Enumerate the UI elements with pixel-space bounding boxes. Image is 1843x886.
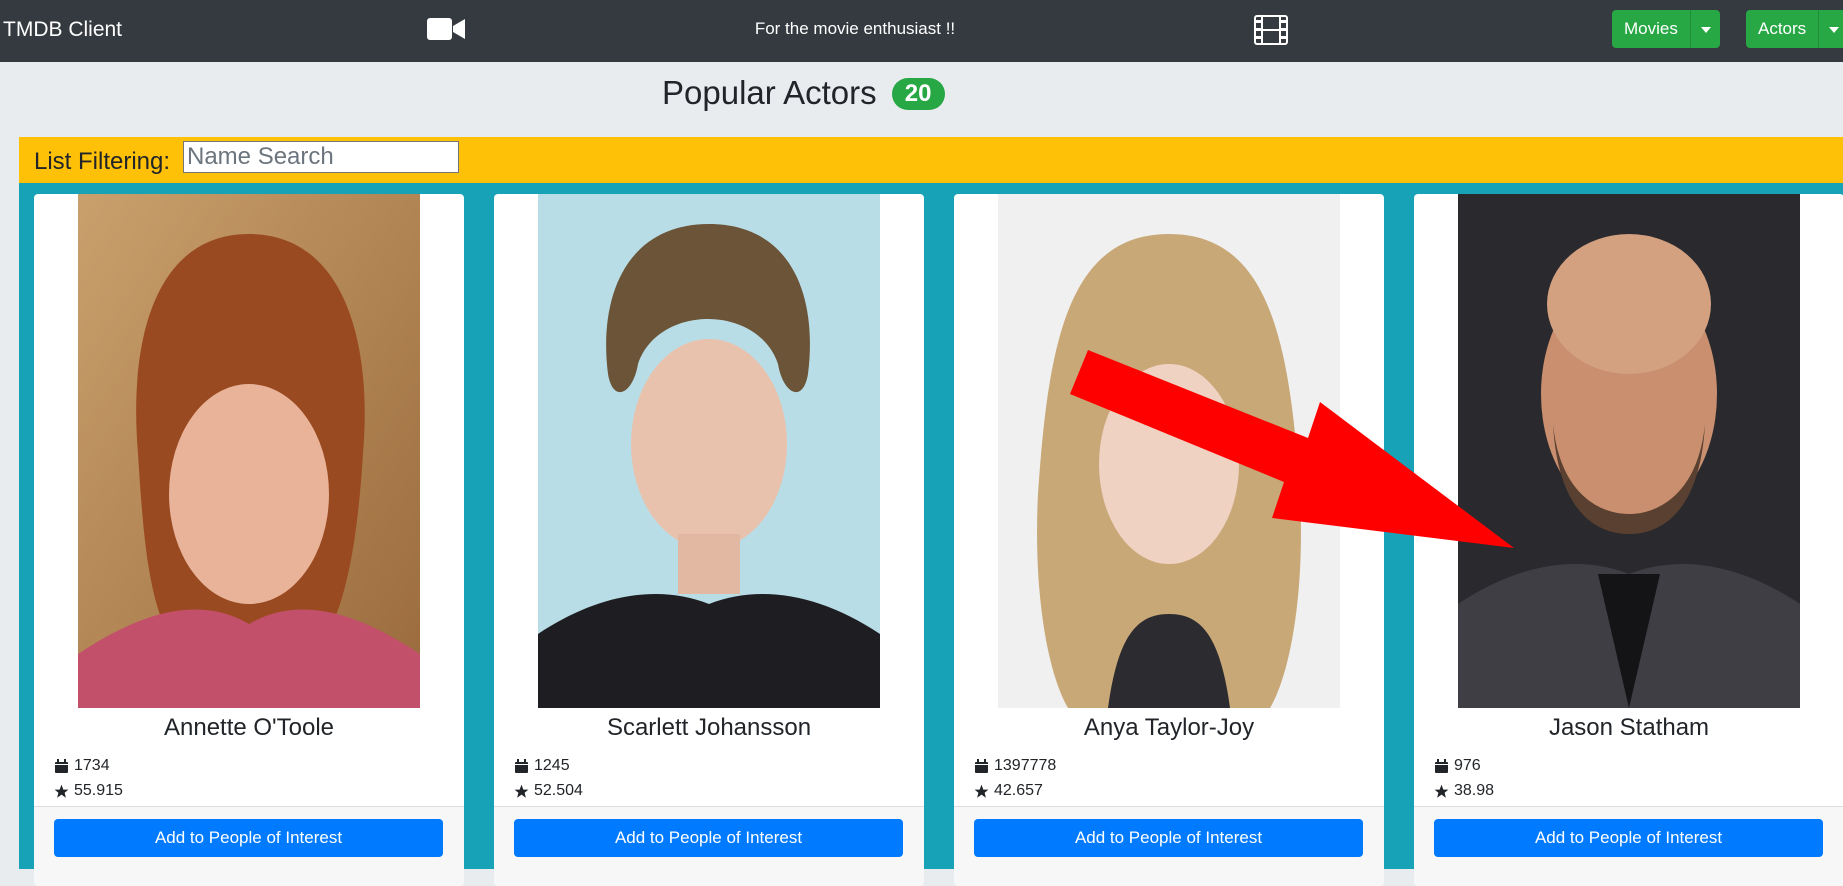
card-footer: Add to People of Interest <box>34 806 464 886</box>
filter-label: List Filtering: <box>34 148 171 175</box>
actors-list: Annette O'Toole 1734 55.915 Add to Peopl… <box>19 183 1843 886</box>
actor-id: 1734 <box>74 757 110 774</box>
calendar-icon <box>975 758 988 773</box>
movies-dropdown: Movies <box>1612 10 1720 48</box>
actor-id-row: 1734 <box>54 757 110 775</box>
app-brand[interactable]: TMDB Client <box>3 18 122 42</box>
actor-card: Jason Statham 976 38.98 Add to People of… <box>1414 194 1843 886</box>
actor-id: 1397778 <box>994 757 1057 774</box>
actor-name: Jason Statham <box>1548 714 1710 741</box>
actor-photo[interactable] <box>538 194 880 708</box>
actor-card: Anya Taylor-Joy 1397778 42.657 Add to Pe… <box>954 194 1384 886</box>
star-icon <box>514 784 529 798</box>
card-footer: Add to People of Interest <box>494 806 924 886</box>
actor-photo[interactable] <box>998 194 1340 708</box>
actor-photo[interactable] <box>78 194 420 708</box>
actor-id-row: 1245 <box>514 757 570 775</box>
top-navbar: TMDB Client For the movie enthusiast !! … <box>0 0 1843 62</box>
calendar-icon <box>515 758 528 773</box>
add-to-people-of-interest-button[interactable]: Add to People of Interest <box>54 819 443 857</box>
movies-button[interactable]: Movies <box>1612 10 1690 48</box>
tagline: For the movie enthusiast !! <box>754 19 956 38</box>
actor-id-row: 976 <box>1434 757 1481 775</box>
film-icon <box>1254 15 1288 45</box>
actor-popularity-row: 55.915 <box>54 782 123 800</box>
calendar-icon <box>55 758 68 773</box>
add-to-people-of-interest-button[interactable]: Add to People of Interest <box>1434 819 1823 857</box>
add-to-people-of-interest-button[interactable]: Add to People of Interest <box>514 819 903 857</box>
actor-card: Scarlett Johansson 1245 52.504 Add to Pe… <box>494 194 924 886</box>
page-title-text: Popular Actors <box>662 74 877 111</box>
movies-caret-button[interactable] <box>1689 10 1720 48</box>
actor-popularity: 52.504 <box>534 782 583 799</box>
video-camera-icon <box>427 18 465 40</box>
actor-name: Anya Taylor-Joy <box>1083 714 1255 741</box>
card-footer: Add to People of Interest <box>954 806 1384 886</box>
actor-name: Scarlett Johansson <box>606 714 812 741</box>
actors-caret-button[interactable] <box>1818 10 1843 48</box>
actor-popularity: 55.915 <box>74 782 123 799</box>
actor-popularity-row: 38.98 <box>1434 782 1494 800</box>
actor-id-row: 1397778 <box>974 757 1056 775</box>
page-title: Popular Actors 20 <box>662 74 945 112</box>
actor-card: Annette O'Toole 1734 55.915 Add to Peopl… <box>34 194 464 886</box>
actor-popularity: 38.98 <box>1454 782 1495 799</box>
star-icon <box>1434 784 1449 798</box>
filter-bar: List Filtering: <box>19 137 1843 183</box>
actor-popularity: 42.657 <box>994 782 1043 799</box>
actor-name: Annette O'Toole <box>163 714 335 741</box>
add-to-people-of-interest-button[interactable]: Add to People of Interest <box>974 819 1363 857</box>
name-search-input[interactable] <box>183 141 459 173</box>
actors-button[interactable]: Actors <box>1746 10 1819 48</box>
actor-id: 976 <box>1454 757 1481 774</box>
actor-id: 1245 <box>534 757 570 774</box>
star-icon <box>974 784 989 798</box>
calendar-icon <box>1435 758 1448 773</box>
star-icon <box>54 784 69 798</box>
actors-dropdown: Actors <box>1746 10 1843 48</box>
count-badge: 20 <box>891 78 945 110</box>
actor-popularity-row: 52.504 <box>514 782 583 800</box>
actor-photo[interactable] <box>1458 194 1800 708</box>
actor-popularity-row: 42.657 <box>974 782 1043 800</box>
card-footer: Add to People of Interest <box>1414 806 1843 886</box>
